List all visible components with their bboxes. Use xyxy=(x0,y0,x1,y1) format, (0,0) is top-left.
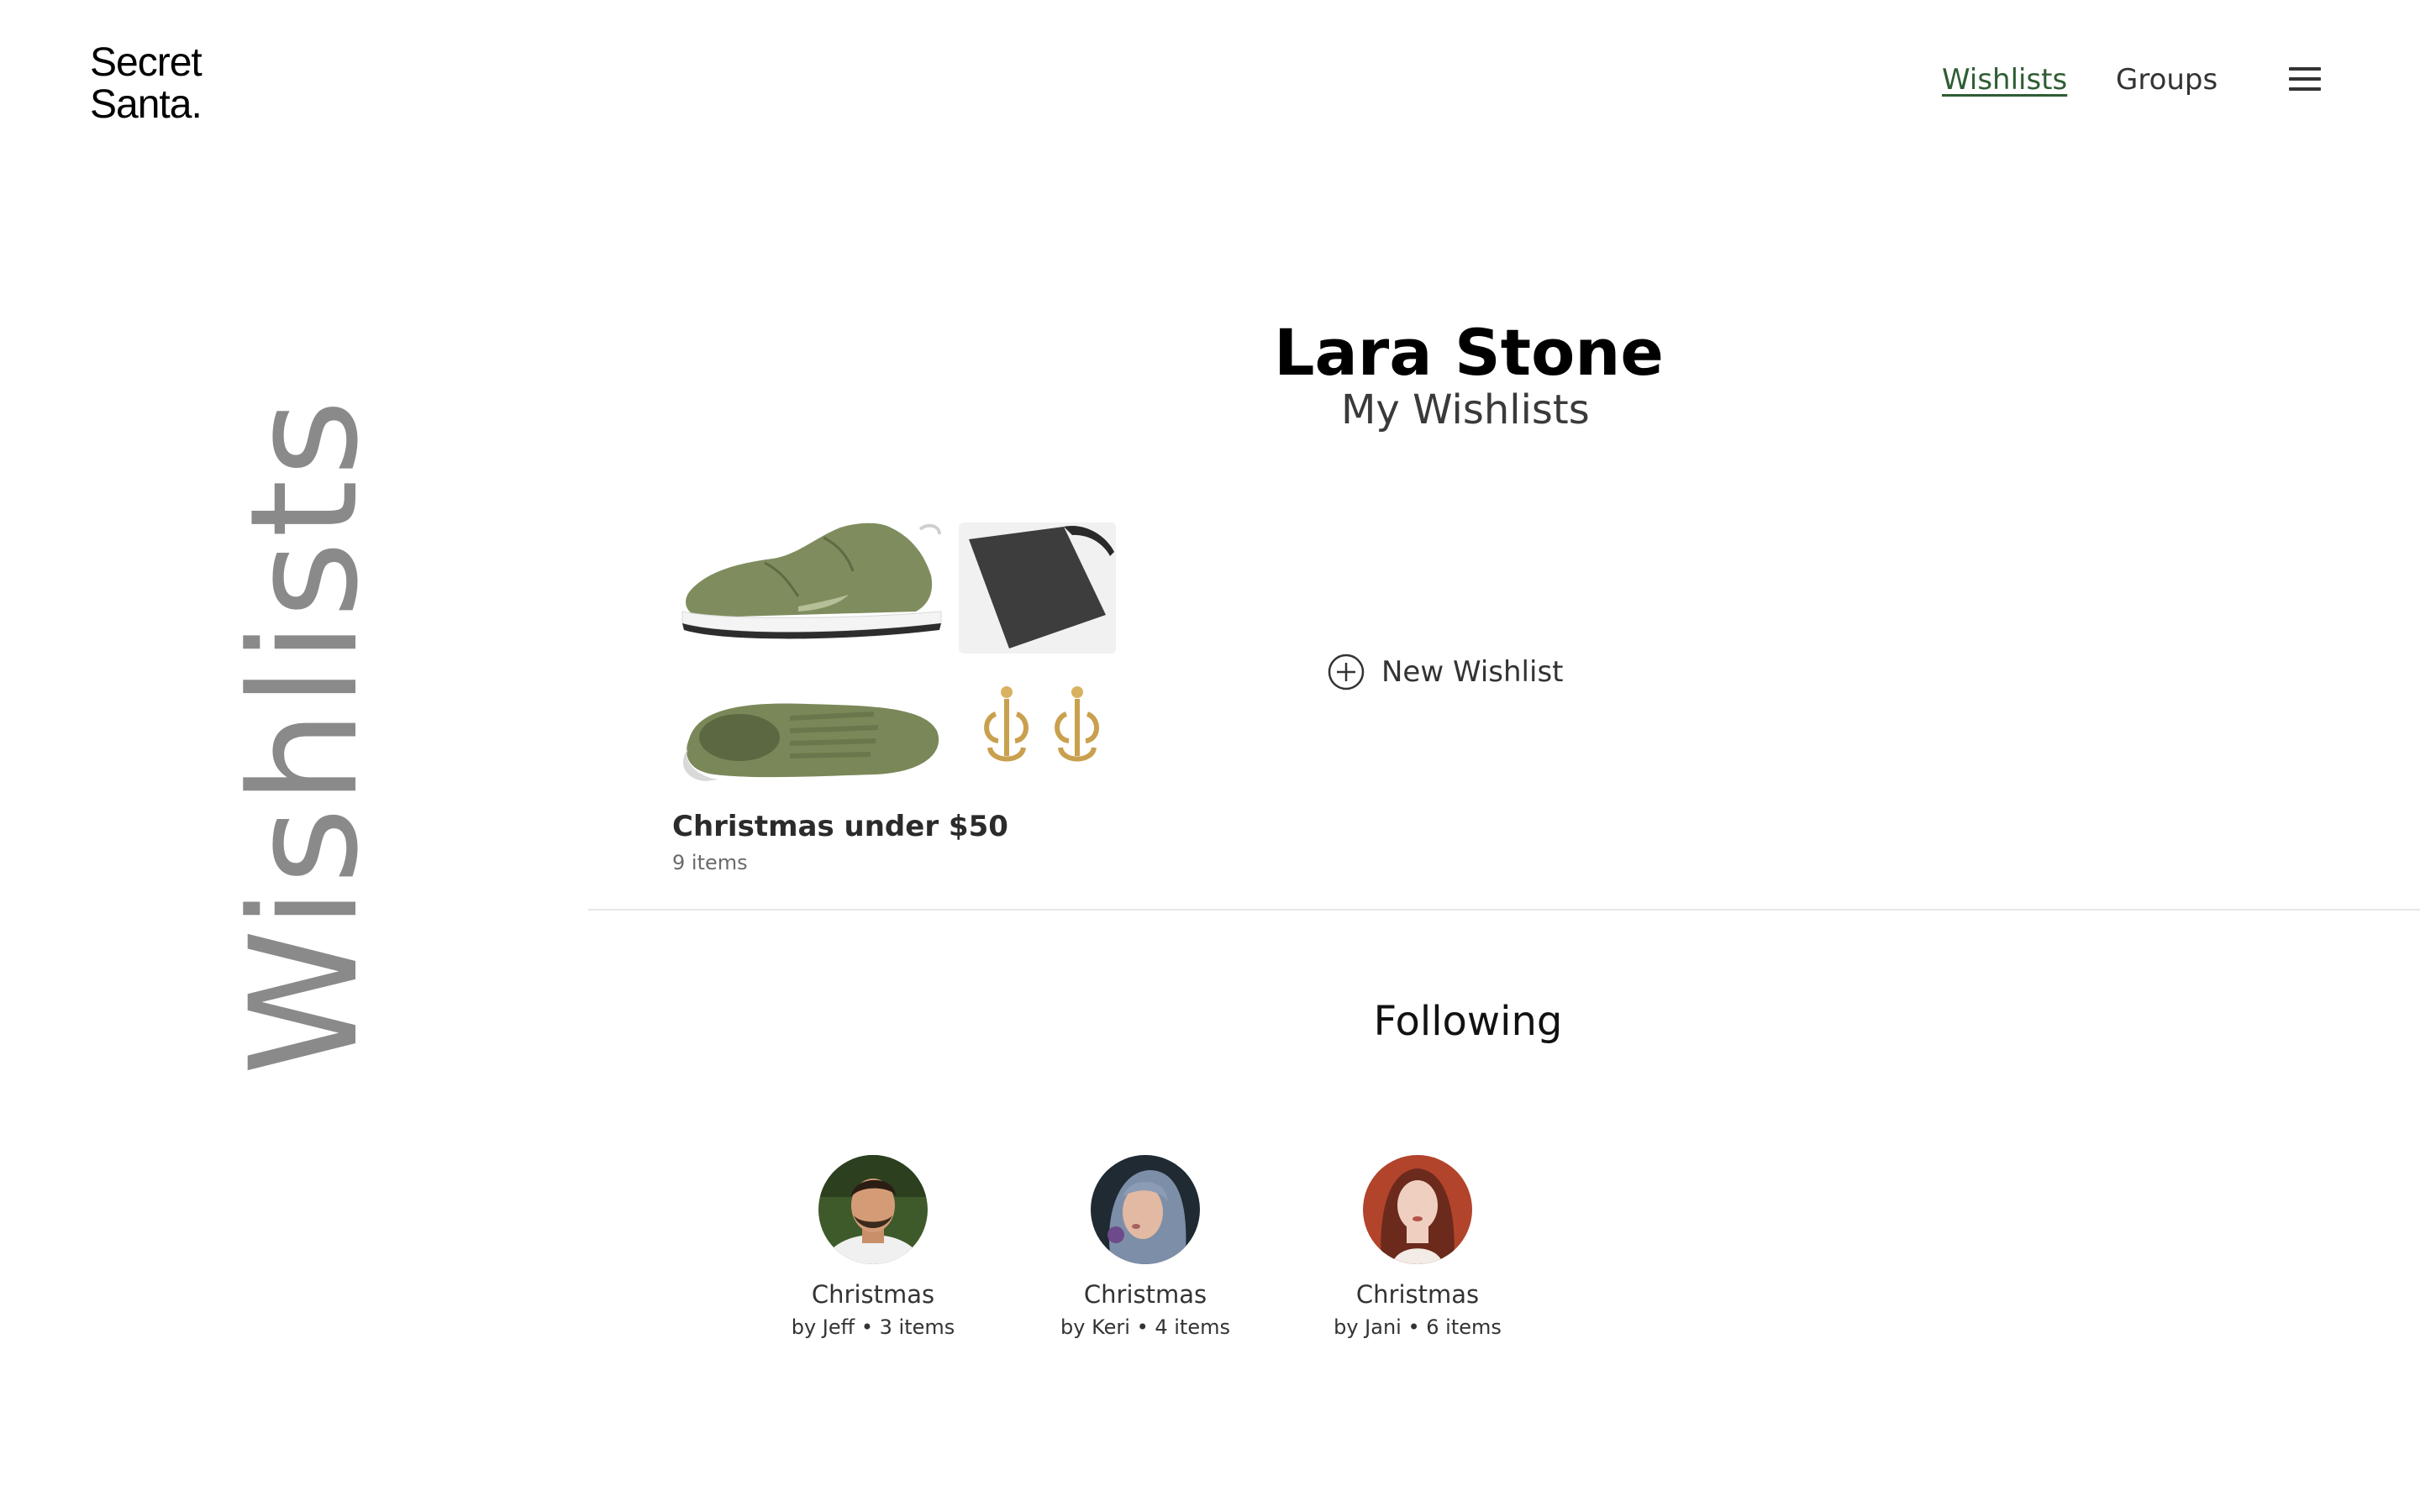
following-item-count: 4 items xyxy=(1155,1315,1230,1339)
earrings-image xyxy=(984,686,1099,762)
wishlist-item-count: 9 items xyxy=(672,851,748,874)
profile-subtitle: My Wishlists xyxy=(1341,386,1590,433)
sneaker-side-image xyxy=(681,522,942,639)
following-item-count: 6 items xyxy=(1426,1315,1502,1339)
following-item-title: Christmas xyxy=(1083,1280,1207,1309)
following-item-keri[interactable]: Christmas by Keri • 4 items xyxy=(1019,1155,1271,1340)
bullet-separator: • xyxy=(860,1315,880,1339)
wishlist-thumbnails xyxy=(672,512,1118,790)
profile-name: Lara Stone xyxy=(1274,315,1664,390)
following-item-meta: by Jeff • 3 items xyxy=(747,1315,999,1340)
nav-link-wishlists[interactable]: Wishlists xyxy=(1942,59,2067,101)
following-item-owner: by Jeff xyxy=(791,1315,855,1339)
sneaker-top-image xyxy=(682,703,939,781)
bullet-separator: • xyxy=(1136,1315,1155,1339)
following-item-owner: by Jani xyxy=(1334,1315,1402,1339)
handbag-image xyxy=(959,522,1116,654)
new-wishlist-label: New Wishlist xyxy=(1381,655,1564,689)
following-item-jani[interactable]: Christmas by Jani • 6 items xyxy=(1292,1155,1544,1340)
top-nav: Wishlists Groups xyxy=(0,59,2420,101)
following-item-count: 3 items xyxy=(879,1315,955,1339)
wishlist-card[interactable]: Christmas under $50 9 items xyxy=(672,512,1118,875)
bullet-separator: • xyxy=(1407,1315,1427,1339)
hamburger-menu-icon[interactable] xyxy=(2289,67,2321,92)
following-item-meta: by Keri • 4 items xyxy=(1019,1315,1271,1340)
following-item-title: Christmas xyxy=(811,1280,935,1309)
wishlist-title: Christmas under $50 xyxy=(672,810,1008,843)
section-divider xyxy=(588,909,2420,911)
avatar xyxy=(1091,1155,1200,1264)
following-item-title: Christmas xyxy=(1355,1280,1480,1309)
following-item-jeff[interactable]: Christmas by Jeff • 3 items xyxy=(747,1155,999,1340)
following-item-meta: by Jani • 6 items xyxy=(1292,1315,1544,1340)
following-heading: Following xyxy=(1373,998,1563,1045)
avatar xyxy=(1363,1155,1472,1264)
nav-link-groups[interactable]: Groups xyxy=(2116,59,2217,101)
following-item-owner: by Keri xyxy=(1060,1315,1130,1339)
plus-circle-icon xyxy=(1328,654,1365,690)
avatar xyxy=(818,1155,928,1264)
side-section-title: Wishlists xyxy=(218,396,391,1076)
